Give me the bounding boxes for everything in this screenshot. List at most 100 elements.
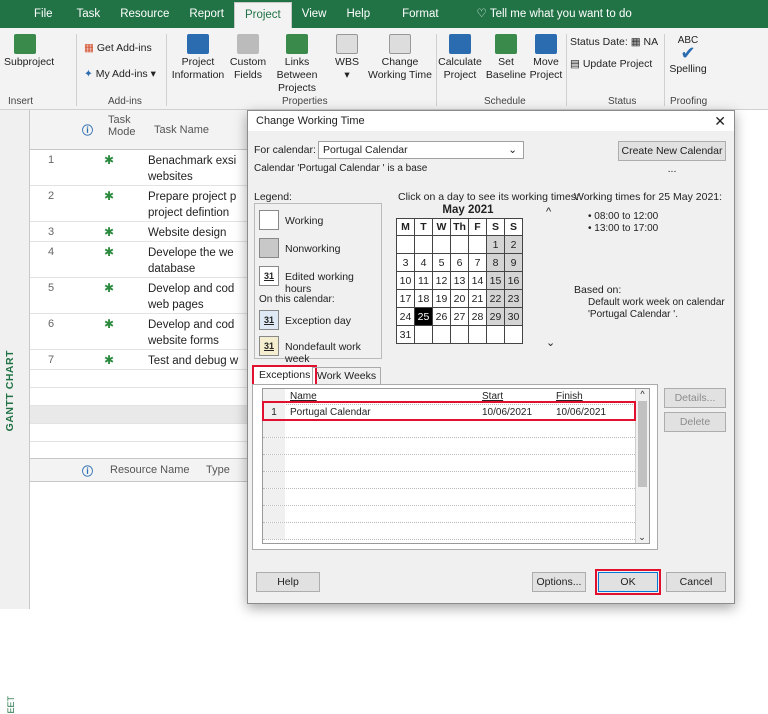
- calendar-day[interactable]: 17: [396, 289, 415, 308]
- table-row[interactable]: [30, 424, 255, 442]
- calendar-day[interactable]: 8: [486, 253, 505, 272]
- calendar-day[interactable]: 10: [396, 271, 415, 290]
- change-working-time-dialog: Change Working Time ✕ For calendar: Portu…: [247, 110, 735, 604]
- calendar-day[interactable]: 20: [450, 289, 469, 308]
- create-new-calendar-button[interactable]: Create New Calendar ...: [618, 141, 726, 175]
- calendar-day[interactable]: 28: [468, 307, 487, 326]
- close-icon[interactable]: ✕: [714, 111, 726, 131]
- calendar-day[interactable]: 14: [468, 271, 487, 290]
- manual-task-icon: ✱: [104, 245, 115, 259]
- calendar-day[interactable]: 31: [396, 325, 415, 344]
- table-row[interactable]: 5 ✱ Develop and cod web pages: [30, 278, 255, 314]
- calendar-day[interactable]: 18: [414, 289, 433, 308]
- calendar-empty: [414, 325, 433, 344]
- spelling-button[interactable]: ABC ✔ Spelling: [668, 34, 708, 76]
- calendar-day[interactable]: 19: [432, 289, 451, 308]
- calendar-day[interactable]: 29: [486, 307, 505, 326]
- table-row[interactable]: [263, 438, 649, 455]
- table-row[interactable]: [30, 388, 255, 406]
- update-project-button[interactable]: ▤ Update Project: [570, 58, 652, 71]
- manual-task-icon: ✱: [104, 153, 115, 167]
- cancel-button[interactable]: Cancel: [666, 572, 726, 592]
- details-button[interactable]: Details...: [664, 388, 726, 408]
- table-row[interactable]: [263, 472, 649, 489]
- table-row[interactable]: 1 ✱ Benachmark exsi websites: [30, 150, 255, 186]
- table-row[interactable]: [263, 455, 649, 472]
- tab-resource[interactable]: Resource: [110, 0, 179, 28]
- table-row[interactable]: [263, 421, 649, 438]
- tab-file[interactable]: File: [0, 0, 63, 28]
- calendar-day[interactable]: 15: [486, 271, 505, 290]
- tab-view[interactable]: View: [292, 0, 337, 28]
- calendar-day[interactable]: 4: [414, 253, 433, 272]
- subproject-button[interactable]: Subproject: [4, 34, 54, 69]
- calendar-day[interactable]: 27: [450, 307, 469, 326]
- calendar-day[interactable]: 2: [504, 235, 523, 254]
- tell-me-search[interactable]: ♡ Tell me what you want to do: [449, 0, 642, 28]
- highlight-box: [262, 401, 636, 421]
- scrollbar[interactable]: ^ ⌄: [635, 389, 649, 543]
- calendar-day[interactable]: 13: [450, 271, 469, 290]
- calendar-day[interactable]: 12: [432, 271, 451, 290]
- project-information-button[interactable]: Project Information: [170, 34, 226, 82]
- calculate-project-button[interactable]: Calculate Project: [438, 34, 482, 82]
- scroll-down-icon[interactable]: ⌄: [546, 336, 555, 349]
- custom-fields-button[interactable]: Custom Fields: [228, 34, 268, 82]
- scroll-up-icon[interactable]: ^: [636, 389, 649, 399]
- move-project-button[interactable]: Move Project: [528, 34, 564, 82]
- calendar-day[interactable]: 30: [504, 307, 523, 326]
- options-button[interactable]: Options...: [532, 572, 586, 592]
- calendar-day[interactable]: 3: [396, 253, 415, 272]
- get-addins-button[interactable]: ▦ Get Add-ins: [84, 42, 152, 55]
- task-name-header[interactable]: Task Name: [154, 124, 209, 136]
- table-row[interactable]: [263, 489, 649, 506]
- calendar-day[interactable]: 22: [486, 289, 505, 308]
- table-row[interactable]: 2 ✱ Prepare project p project defintion: [30, 186, 255, 222]
- my-addins-button[interactable]: ✦ My Add-ins ▾: [84, 68, 156, 81]
- table-row[interactable]: 6 ✱ Develop and cod website forms: [30, 314, 255, 350]
- calendar-select[interactable]: Portugal Calendar ⌄: [318, 141, 524, 159]
- delete-button[interactable]: Delete: [664, 412, 726, 432]
- calendar-day[interactable]: 23: [504, 289, 523, 308]
- tab-task[interactable]: Task: [63, 0, 111, 28]
- calendar-day[interactable]: 9: [504, 253, 523, 272]
- scroll-up-icon[interactable]: ^: [546, 206, 551, 218]
- tab-help[interactable]: Help: [336, 0, 380, 28]
- tab-exceptions[interactable]: Exceptions: [252, 365, 318, 385]
- calendar-day[interactable]: 16: [504, 271, 523, 290]
- calendar-day[interactable]: 21: [468, 289, 487, 308]
- table-row[interactable]: 4 ✱ Develope the we database: [30, 242, 255, 278]
- calendar-day[interactable]: 7: [468, 253, 487, 272]
- calendar-day[interactable]: 25: [414, 307, 433, 326]
- calendar-day[interactable]: 1: [486, 235, 505, 254]
- type-header[interactable]: Type: [206, 464, 230, 476]
- table-row[interactable]: [30, 370, 255, 388]
- help-button[interactable]: Help: [256, 572, 320, 592]
- update-icon: ▤: [570, 58, 583, 70]
- calendar-day[interactable]: 26: [432, 307, 451, 326]
- table-row[interactable]: [263, 506, 649, 523]
- table-row[interactable]: 3 ✱ Website design: [30, 222, 255, 242]
- ok-button[interactable]: OK: [595, 569, 661, 595]
- links-between-projects-button[interactable]: Links Between Projects: [268, 34, 326, 95]
- task-mode-header[interactable]: Task Mode: [108, 114, 148, 138]
- change-working-time-button[interactable]: Change Working Time: [368, 34, 432, 82]
- tab-format[interactable]: Format: [380, 0, 448, 28]
- calendar-day[interactable]: 5: [432, 253, 451, 272]
- table-row[interactable]: [30, 406, 255, 424]
- calendar-day[interactable]: 24: [396, 307, 415, 326]
- tab-work-weeks[interactable]: Work Weeks: [312, 367, 382, 385]
- status-date-button[interactable]: Status Date: ▦ NA: [570, 36, 658, 49]
- project-info-icon: [187, 34, 209, 54]
- table-row[interactable]: 7 ✱ Test and debug w: [30, 350, 255, 370]
- wbs-button[interactable]: WBS ▾: [330, 34, 364, 82]
- set-baseline-button[interactable]: Set Baseline: [484, 34, 528, 82]
- scroll-down-icon[interactable]: ⌄: [636, 532, 648, 543]
- calendar-day[interactable]: 11: [414, 271, 433, 290]
- tab-project[interactable]: Project: [233, 2, 292, 28]
- tab-report[interactable]: Report: [179, 0, 234, 28]
- table-row[interactable]: [263, 523, 649, 540]
- resource-name-header[interactable]: Resource Name: [110, 464, 189, 476]
- calendar-empty: [468, 235, 487, 254]
- calendar-day[interactable]: 6: [450, 253, 469, 272]
